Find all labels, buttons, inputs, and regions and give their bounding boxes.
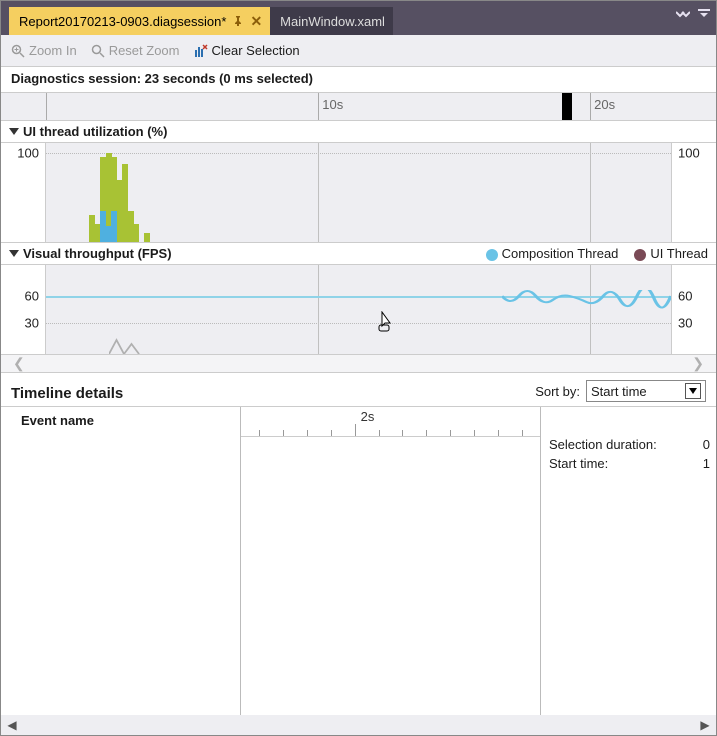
scroll-right-icon[interactable]: ▶ [694, 718, 716, 732]
start-value: 1 [703, 456, 710, 471]
zoom-in-label: Zoom In [29, 43, 77, 58]
legend-comp: Composition Thread [486, 246, 619, 261]
clear-selection-button[interactable]: Clear Selection [194, 43, 300, 58]
sort-select[interactable]: Start time [586, 380, 706, 402]
pin-icon[interactable] [232, 15, 244, 27]
details-body: Event name 2s Selection duration: 0 Star… [1, 407, 716, 715]
tab-mainwindow[interactable]: MainWindow.xaml [270, 7, 393, 35]
duration-value: 0 [703, 437, 710, 452]
axis-label: 30 [678, 315, 692, 330]
timeline-ruler[interactable]: 10s 20s [1, 93, 716, 121]
mini-ruler-label: 2s [361, 409, 375, 424]
start-label: Start time: [549, 456, 608, 471]
cpu-plot[interactable] [46, 143, 671, 242]
tab-label: Report20170213-0903.diagsession* [19, 14, 226, 29]
tab-report[interactable]: Report20170213-0903.diagsession* ✕ [9, 7, 270, 35]
collapse-icon[interactable] [9, 250, 19, 257]
cpu-title: UI thread utilization (%) [23, 124, 167, 139]
clear-selection-label: Clear Selection [212, 43, 300, 58]
timeline-thumb[interactable] [562, 93, 572, 120]
ruler-tick-label: 10s [322, 97, 343, 112]
reset-zoom-button[interactable]: Reset Zoom [91, 43, 180, 58]
bottom-scrollbar[interactable]: ◀ ▶ [1, 715, 716, 735]
session-label: Diagnostics session: 23 seconds (0 ms se… [1, 67, 716, 93]
details-title: Timeline details [11, 385, 123, 402]
duration-label: Selection duration: [549, 437, 657, 452]
overflow-icon[interactable] [676, 7, 690, 22]
ruler-tick-label: 20s [594, 97, 615, 112]
axis-label: 100 [17, 145, 39, 160]
cpu-chart: 100 100 [1, 143, 716, 243]
scroll-left-icon[interactable]: ◀ [1, 718, 23, 732]
selection-info: Selection duration: 0 Start time: 1 [541, 407, 716, 715]
tab-bar: Report20170213-0903.diagsession* ✕ MainW… [1, 1, 716, 35]
sort-value: Start time [591, 384, 647, 399]
fps-section-header: Visual throughput (FPS) Composition Thre… [1, 243, 716, 265]
axis-label: 100 [678, 145, 700, 160]
sort-label: Sort by: [535, 384, 580, 399]
chevron-down-icon[interactable] [685, 383, 701, 399]
fps-plot[interactable] [46, 265, 671, 354]
dropdown-icon[interactable] [698, 7, 710, 22]
event-timeline-column[interactable]: 2s [241, 407, 541, 715]
fps-title: Visual throughput (FPS) [23, 246, 172, 261]
tab-label: MainWindow.xaml [280, 14, 385, 29]
legend-ui: UI Thread [634, 246, 708, 261]
cpu-section-header: UI thread utilization (%) [1, 121, 716, 143]
toolbar: Zoom In Reset Zoom Clear Selection [1, 35, 716, 67]
event-name-column: Event name [1, 407, 241, 715]
chart-hscroll[interactable]: ❮ ❯ [1, 355, 716, 373]
reset-zoom-label: Reset Zoom [109, 43, 180, 58]
zoom-in-button[interactable]: Zoom In [11, 43, 77, 58]
fps-chart: 60 30 60 30 [1, 265, 716, 355]
scroll-right-icon[interactable]: ❯ [692, 355, 704, 372]
scroll-left-icon[interactable]: ❮ [13, 355, 25, 372]
collapse-icon[interactable] [9, 128, 19, 135]
event-col-header: Event name [1, 407, 240, 434]
close-icon[interactable]: ✕ [250, 13, 262, 30]
axis-label: 60 [25, 289, 39, 304]
axis-label: 60 [678, 289, 692, 304]
axis-label: 30 [25, 315, 39, 330]
details-header: Timeline details Sort by: Start time [1, 373, 716, 407]
